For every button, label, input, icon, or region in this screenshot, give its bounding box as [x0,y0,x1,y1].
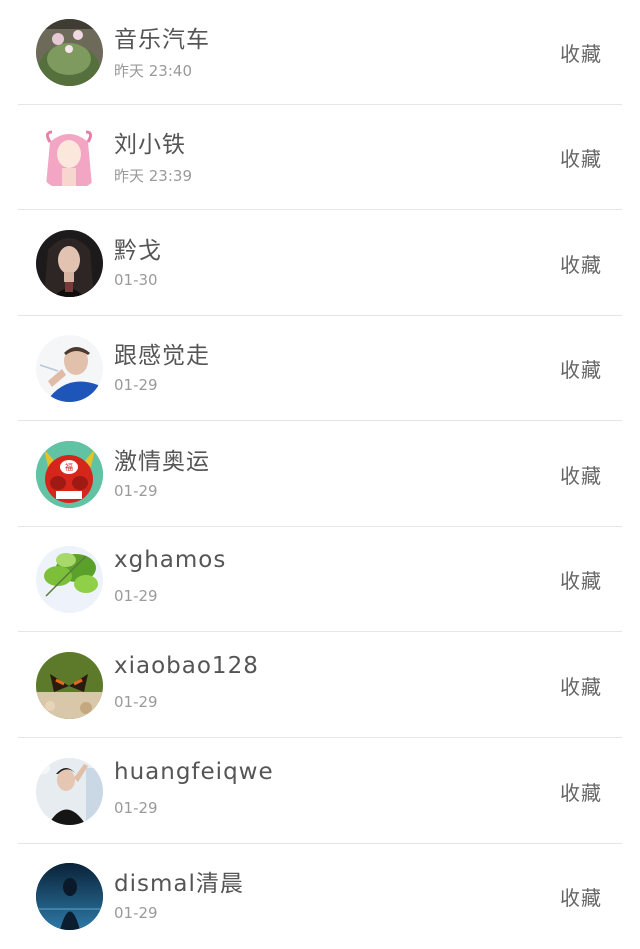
svg-text:福: 福 [65,463,73,472]
avatar[interactable] [36,335,103,402]
list-item[interactable]: 跟感觉走 01-29 收藏 [0,316,640,421]
user-name: 激情奥运 [114,449,210,475]
timestamp: 01-29 [114,482,158,500]
favorite-button[interactable]: 收藏 [560,38,602,67]
list-item[interactable]: huangfeiqwe 01-29 收藏 [0,739,640,844]
user-name: 刘小铁 [114,132,186,158]
favorite-button[interactable]: 收藏 [560,354,602,383]
list-item[interactable]: 刘小铁 昨天 23:39 收藏 [0,105,640,210]
list-item[interactable]: 黔戈 01-30 收藏 [0,211,640,316]
favorite-button[interactable]: 收藏 [560,882,602,911]
woman-portrait-avatar-icon [36,230,103,297]
timestamp: 01-29 [114,587,158,605]
man-smoking-avatar-icon [36,335,103,402]
favorite-button[interactable]: 收藏 [560,565,602,594]
pink-hair-girl-avatar-icon [36,124,103,191]
user-name: 音乐汽车 [114,27,210,53]
favorite-button[interactable]: 收藏 [560,671,602,700]
avatar[interactable] [36,758,103,825]
man-selfie-avatar-icon [36,758,103,825]
list-item[interactable]: xiaobao128 01-29 收藏 [0,633,640,738]
list-item[interactable]: 音乐汽车 昨天 23:40 收藏 [0,0,640,105]
butterfly-avatar-icon [36,652,103,719]
timestamp: 昨天 23:39 [114,167,192,185]
avatar[interactable] [36,546,103,613]
divider [18,420,622,421]
user-name: xiaobao128 [114,653,259,679]
green-leaves-avatar-icon [36,546,103,613]
timestamp: 昨天 23:40 [114,62,192,80]
avatar[interactable] [36,124,103,191]
avatar[interactable]: 福 [36,441,103,508]
favorite-button[interactable]: 收藏 [560,777,602,806]
avatar[interactable] [36,19,103,86]
user-name: 跟感觉走 [114,343,210,369]
timestamp: 01-30 [114,271,158,289]
divider [18,631,622,632]
timestamp: 01-29 [114,693,158,711]
avatar[interactable] [36,863,103,930]
user-name: dismal清晨 [114,871,244,897]
list-item[interactable]: dismal清晨 01-29 收藏 [0,844,640,949]
red-devil-mascot-avatar-icon: 福 [36,441,103,508]
divider [18,737,622,738]
cactus-avatar-icon [36,19,103,86]
divider [18,209,622,210]
dark-blue-figure-avatar-icon [36,863,103,930]
avatar[interactable] [36,652,103,719]
user-name: huangfeiqwe [114,759,274,785]
favorite-button[interactable]: 收藏 [560,249,602,278]
avatar[interactable] [36,230,103,297]
user-list: 音乐汽车 昨天 23:40 收藏 刘小铁 昨天 23:39 收藏 黔戈 01-3… [0,0,640,949]
timestamp: 01-29 [114,799,158,817]
timestamp: 01-29 [114,376,158,394]
timestamp: 01-29 [114,904,158,922]
list-item[interactable]: 福 激情奥运 01-29 收藏 [0,422,640,527]
user-name: xghamos [114,547,227,573]
favorite-button[interactable]: 收藏 [560,460,602,489]
user-name: 黔戈 [114,238,162,264]
list-item[interactable]: xghamos 01-29 收藏 [0,527,640,632]
favorite-button[interactable]: 收藏 [560,143,602,172]
